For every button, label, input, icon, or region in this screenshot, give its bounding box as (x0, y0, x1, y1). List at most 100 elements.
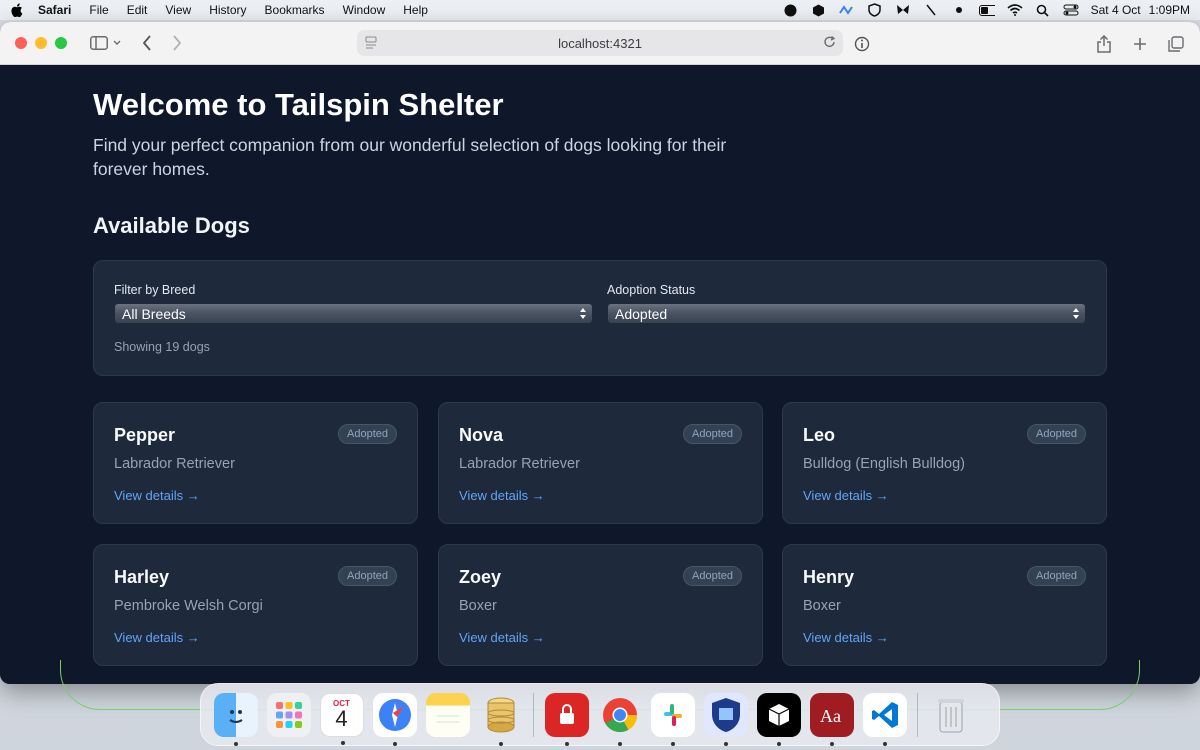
menubar-clock[interactable]: Sat 4 Oct 1:09PM (1091, 3, 1190, 17)
finder-icon[interactable] (213, 692, 258, 746)
password-app-icon[interactable] (544, 692, 589, 746)
menu-edit[interactable]: Edit (127, 3, 148, 17)
running-indicator (670, 741, 675, 746)
running-indicator (233, 741, 238, 746)
view-details-link[interactable]: View details → (459, 488, 545, 503)
status-badge: Adopted (683, 566, 742, 586)
dog-name: Harley (114, 567, 170, 587)
info-icon[interactable] (850, 32, 874, 56)
view-details-link[interactable]: View details → (803, 630, 889, 645)
zoom-window-button[interactable] (55, 37, 67, 49)
status-badge: Adopted (683, 424, 742, 444)
breed-select-value: All Breeds (122, 305, 186, 322)
view-details-link[interactable]: View details → (459, 630, 545, 645)
wifi-icon[interactable] (1007, 3, 1023, 17)
battery-icon[interactable] (978, 3, 995, 17)
status-filter-label: Adoption Status (607, 283, 696, 297)
cube-app-icon[interactable] (756, 692, 801, 746)
status-badge: Adopted (1027, 566, 1086, 586)
dock-separator (533, 692, 534, 737)
safari-window: localhost:4321 Welcome to Tailspin Shelt… (0, 22, 1200, 684)
dog-card: Harley Adopted Pembroke Welsh Corgi View… (93, 544, 418, 666)
sidebar-toggle-icon[interactable] (87, 31, 111, 55)
vpn-shield-icon[interactable] (703, 692, 748, 746)
forward-arrow-icon[interactable] (165, 31, 189, 55)
menu-view[interactable]: View (165, 3, 191, 17)
status-activity-icon[interactable] (838, 3, 855, 17)
running-indicator (564, 741, 569, 746)
slack-icon[interactable] (650, 692, 695, 746)
apple-icon[interactable] (10, 3, 24, 17)
menu-app-name[interactable]: Safari (38, 3, 71, 17)
running-indicator (617, 741, 622, 746)
status-butterfly-icon[interactable] (895, 3, 911, 17)
page-settings-icon[interactable] (365, 36, 377, 52)
menu-history[interactable]: History (209, 3, 246, 17)
vscode-icon[interactable] (862, 692, 907, 746)
status-badge: Adopted (338, 566, 397, 586)
running-indicator (498, 741, 503, 746)
page-title: Welcome to Tailspin Shelter (93, 87, 504, 122)
dog-name: Leo (803, 425, 836, 445)
filter-panel: Filter by Breed All Breeds Adoption Stat… (93, 260, 1107, 376)
dock-separator (917, 692, 918, 737)
status-app-icon-1[interactable] (783, 3, 799, 17)
minimize-window-button[interactable] (35, 37, 47, 49)
new-tab-plus-icon[interactable] (1128, 32, 1152, 56)
reload-icon[interactable] (823, 35, 837, 52)
calendar-day: 4 (335, 706, 348, 731)
share-icon[interactable] (1092, 32, 1116, 56)
menu-file[interactable]: File (89, 3, 108, 17)
dog-breed: Bulldog (English Bulldog) (803, 456, 966, 472)
dog-name: Zoey (459, 567, 502, 587)
view-details-link[interactable]: View details → (803, 488, 889, 503)
running-indicator (392, 741, 397, 746)
dock: OCT 4 Aa (200, 683, 1000, 746)
running-indicator (882, 741, 887, 746)
status-shield-icon[interactable] (867, 3, 883, 17)
status-select[interactable]: Adopted (607, 303, 1086, 324)
dictionary-icon[interactable]: Aa (809, 692, 854, 746)
status-cube-icon[interactable] (811, 3, 827, 17)
chevron-down-icon[interactable] (111, 31, 123, 55)
calendar-icon[interactable]: OCT 4 (319, 692, 364, 745)
status-brightness-icon[interactable] (951, 3, 967, 17)
menu-bookmarks[interactable]: Bookmarks (265, 3, 325, 17)
trash-icon[interactable] (929, 693, 973, 737)
dog-name: Pepper (114, 425, 176, 445)
breed-filter-group: Filter by Breed All Breeds (114, 283, 593, 324)
status-select-value: Adopted (615, 305, 668, 322)
tab-overview-icon[interactable] (1164, 32, 1188, 56)
select-arrows-icon (578, 306, 588, 321)
breed-select[interactable]: All Breeds (114, 303, 593, 324)
close-window-button[interactable] (15, 37, 27, 49)
running-indicator (723, 741, 728, 746)
select-arrows-icon (1071, 306, 1081, 321)
page-subtitle: Find your perfect companion from our won… (93, 135, 727, 179)
web-page: Welcome to Tailspin Shelter Find your pe… (0, 65, 1200, 684)
dog-breed: Boxer (459, 598, 497, 614)
running-indicator (776, 741, 781, 746)
url-text: localhost:4321 (558, 35, 642, 51)
view-details-link[interactable]: View details → (114, 630, 200, 645)
dog-breed: Pembroke Welsh Corgi (114, 598, 263, 614)
status-slash-icon[interactable] (923, 3, 939, 17)
spotlight-search-icon[interactable] (1035, 3, 1051, 17)
breed-filter-label: Filter by Breed (114, 283, 196, 297)
notes-icon[interactable] (425, 692, 470, 737)
database-icon[interactable] (479, 693, 523, 746)
chrome-icon[interactable] (598, 693, 642, 746)
browser-toolbar: localhost:4321 (0, 22, 1200, 65)
control-center-icon[interactable] (1063, 3, 1079, 17)
address-bar[interactable]: localhost:4321 (357, 30, 843, 56)
safari-icon[interactable] (372, 692, 417, 746)
launchpad-icon[interactable] (266, 692, 311, 737)
menu-window[interactable]: Window (343, 3, 386, 17)
window-controls (15, 37, 67, 49)
back-arrow-icon[interactable] (135, 31, 159, 55)
dog-card: Nova Adopted Labrador Retriever View det… (438, 402, 763, 524)
menu-bar: Safari File Edit View History Bookmarks … (0, 0, 1200, 20)
menu-help[interactable]: Help (403, 3, 428, 17)
running-indicator (340, 740, 345, 745)
view-details-link[interactable]: View details → (114, 488, 200, 503)
